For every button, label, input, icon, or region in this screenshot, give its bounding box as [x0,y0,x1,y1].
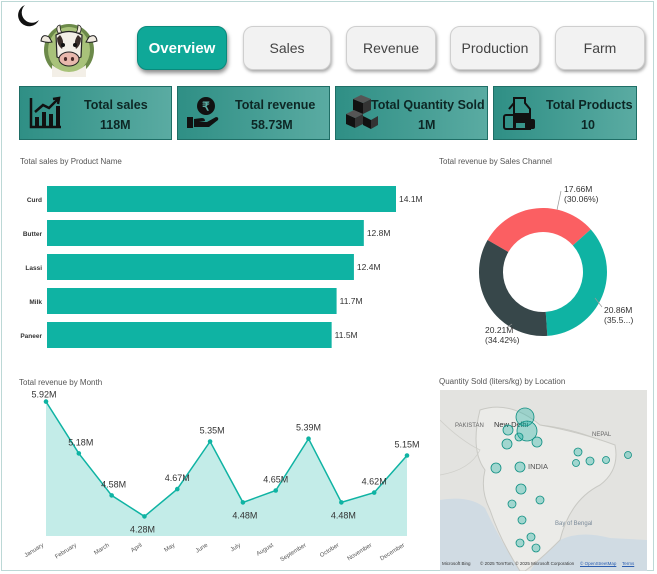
month-tick-label: August [256,542,275,557]
kpi-total-products-label: Total Products [546,98,633,112]
line-value-label: 4.67M [165,473,190,483]
bar-category-label: Milk [29,299,42,306]
map-osm-link[interactable]: © OpenStreetMap [580,561,616,566]
donut-percent-label: (30.06%) [564,194,599,204]
bar-chart-icon [29,96,61,129]
quantity-map-title: Quantity Sold (liters/kg) by Location [439,377,566,386]
map-bubbles[interactable] [440,390,647,571]
line-point[interactable] [109,493,114,498]
sales-by-product-title: Total sales by Product Name [20,157,122,166]
month-tick-label: September [280,543,308,564]
line-point[interactable] [339,500,344,505]
line-point[interactable] [43,399,49,404]
bar-milk[interactable] [47,288,337,314]
revenue-by-channel-title: Total revenue by Sales Channel [439,157,552,166]
cow-logo-icon [40,24,98,77]
bar-category-label: Butter [23,231,43,238]
bar-lassi[interactable] [47,254,354,280]
revenue-by-month-title: Total revenue by Month [19,378,103,387]
line-point[interactable] [273,488,279,493]
month-tick-label: January [24,543,45,559]
nav-farm-button[interactable]: Farm [555,26,645,70]
svg-text:₹: ₹ [202,100,210,114]
line-value-label: 4.48M [232,510,257,520]
revenue-by-channel-donut-chart[interactable]: 17.66M(30.06%) 20.86M(35.5...) 20.21M(34.4… [430,170,650,370]
donut-value-label: 17.66M [564,184,592,194]
quantity-sold-map[interactable]: PAKISTAN New Delhi NEPAL INDIA Bay of Be… [440,390,647,571]
month-tick-label: May [164,543,177,554]
line-value-label: 5.15M [394,440,419,450]
kpi-total-revenue-label: Total revenue [235,98,316,112]
donut-value-label: 20.21M [485,325,513,335]
line-value-label: 5.18M [68,437,93,447]
line-point[interactable] [207,439,213,444]
month-tick-label: July [230,543,242,554]
bar-value-label: 11.5M [335,330,358,340]
kpi-total-products-card: Total Products 10 [493,86,637,140]
month-tick-label: February [54,543,78,561]
kpi-total-revenue-value: 58.73M [251,118,293,132]
bar-value-label: 11.7M [340,296,363,306]
line-point[interactable] [174,486,180,492]
rupee-hand-icon: ₹ [187,97,219,128]
line-point[interactable] [240,500,246,505]
bar-value-label: 12.8M [367,228,391,238]
donut-slice[interactable] [479,240,548,336]
line-point[interactable] [306,436,311,441]
month-tick-label: November [347,543,374,563]
map-attribution: © 2025 TomTom, © 2025 Microsoft Corporat… [480,561,575,566]
line-value-label: 5.92M [31,390,56,400]
kpi-total-products-value: 10 [581,118,595,132]
bar-category-label: Lassi [25,265,42,272]
kpi-total-revenue-card: ₹ Total revenue 58.73M [177,86,330,140]
line-value-label: 4.58M [101,479,126,489]
line-value-label: 5.35M [200,426,225,436]
line-value-label: 4.65M [263,475,288,485]
line-point[interactable] [371,490,377,495]
nav-revenue-button[interactable]: Revenue [346,26,436,70]
nav-overview-button[interactable]: Overview [137,26,227,70]
bar-curd[interactable] [47,186,396,212]
line-value-label: 4.48M [331,510,356,520]
month-tick-label: April [130,543,143,554]
kpi-total-sales-label: Total sales [84,98,148,112]
month-tick-label: October [319,543,340,559]
kpi-total-sales-value: 118M [100,118,131,132]
dark-mode-icon[interactable] [11,2,41,32]
sales-by-product-bar-chart[interactable]: Curd 14.1M Butter 12.8M Lassi 12.4M Milk 11.7M P… [0,170,430,360]
bar-category-label: Curd [27,197,42,204]
donut-value-label: 20.86M [604,305,632,315]
kpi-total-quantity-value: 1M [418,118,436,132]
line-point[interactable] [76,451,82,456]
line-point[interactable] [404,453,410,458]
bar-butter[interactable] [47,220,364,246]
donut-percent-label: (34.42%) [485,335,520,345]
donut-percent-label: (35.5...) [604,315,633,325]
line-value-label: 5.39M [296,423,321,433]
kpi-total-sales-card: Total sales 118M [19,86,172,140]
donut-leader-line [556,190,562,211]
line-point[interactable] [142,514,147,519]
nav-sales-button[interactable]: Sales [243,26,331,70]
milk-products-icon [503,97,535,130]
month-tick-label: June [195,542,210,554]
line-value-label: 4.62M [362,477,387,487]
revenue-by-month-area-chart[interactable]: 5.92M 5.18M 4.58M 4.28M 4.67M 5.35M 4.48M 4.65M… [0,388,425,570]
map-terms-link[interactable]: Terms [622,561,634,566]
bar-paneer[interactable] [47,322,332,348]
donut-slice[interactable] [545,229,607,336]
kpi-total-quantity-label: Total Quantity Sold [371,98,485,112]
nav-production-button[interactable]: Production [450,26,540,70]
bar-category-label: Paneer [20,333,42,340]
kpi-total-quantity-card: Total Quantity Sold 1M [335,86,488,140]
bar-value-label: 14.1M [399,194,423,204]
bar-value-label: 12.4M [357,262,381,272]
month-tick-label: December [379,543,406,563]
map-bing-logo: Microsoft Bing [442,561,471,566]
month-tick-label: March [93,543,110,557]
line-value-label: 4.28M [130,524,155,534]
